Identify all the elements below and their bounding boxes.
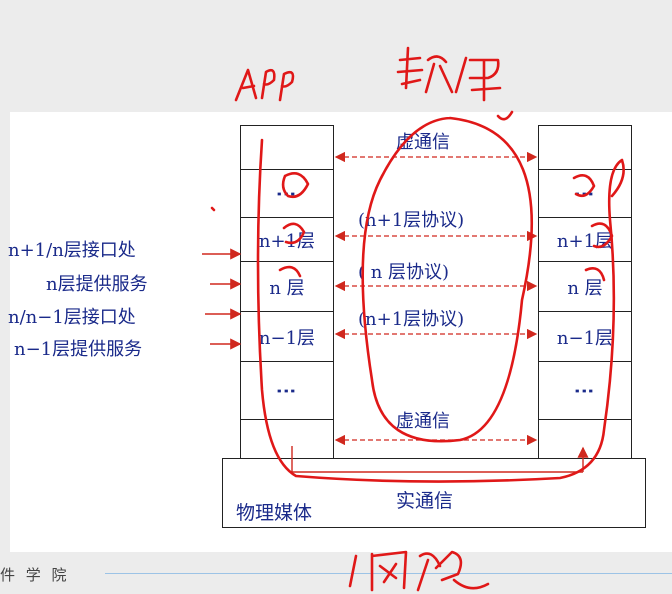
right-layer-n-minus-1: n−1层: [539, 311, 631, 361]
virtual-comm-bottom-label: 虚通信: [396, 411, 450, 432]
footer-text: 件 学 院: [0, 566, 70, 584]
right-layer-n-plus-1: n+1层: [539, 217, 631, 261]
left-protocol-stack: ⋮ n+1层 n 层 n−1层 ⋮: [240, 125, 334, 459]
interface-lower-label: n/n−1层接口处: [8, 307, 136, 328]
real-communication-label: 实通信: [396, 490, 454, 512]
vertical-ellipsis-icon: ⋮: [573, 183, 597, 204]
protocol-n-label: ( n 层协议): [358, 262, 450, 283]
right-dots-upper: ⋮: [539, 169, 631, 217]
left-layer-n-plus-1: n+1层: [241, 217, 333, 261]
protocol-upper-label: (n+1层协议): [358, 210, 465, 231]
left-bottom-cell: [241, 419, 333, 458]
vertical-ellipsis-icon: ⋮: [573, 380, 597, 401]
service-n-label: n层提供服务: [46, 274, 148, 295]
left-layer-n-minus-1: n−1层: [241, 311, 333, 361]
footer-divider: [105, 573, 672, 574]
right-protocol-stack: ⋮ n+1层 n 层 n−1层 ⋮: [538, 125, 632, 459]
left-layer-n-minus-1-label: n−1层: [258, 327, 316, 349]
right-layer-n: n 层: [539, 261, 631, 311]
right-layer-n-plus-1-label: n+1层: [556, 230, 614, 252]
protocol-lower-label: (n+1层协议): [358, 309, 465, 330]
right-bottom-cell: [539, 419, 631, 458]
left-layer-n: n 层: [241, 261, 333, 311]
left-dots-upper: ⋮: [241, 169, 333, 217]
vertical-ellipsis-icon: ⋮: [275, 380, 299, 401]
left-layer-n-label: n 层: [269, 277, 305, 299]
right-layer-n-label: n 层: [567, 277, 603, 299]
service-n-minus-1-label: n−1层提供服务: [14, 339, 143, 360]
physical-medium-label: 物理媒体: [236, 502, 313, 524]
left-layer-n-plus-1-label: n+1层: [258, 230, 316, 252]
right-dots-lower: ⋮: [539, 361, 631, 419]
virtual-comm-top-label: 虚通信: [396, 132, 450, 153]
vertical-ellipsis-icon: ⋮: [275, 183, 299, 204]
right-layer-n-minus-1-label: n−1层: [556, 327, 614, 349]
interface-upper-label: n+1/n层接口处: [8, 240, 136, 261]
left-dots-lower: ⋮: [241, 361, 333, 419]
